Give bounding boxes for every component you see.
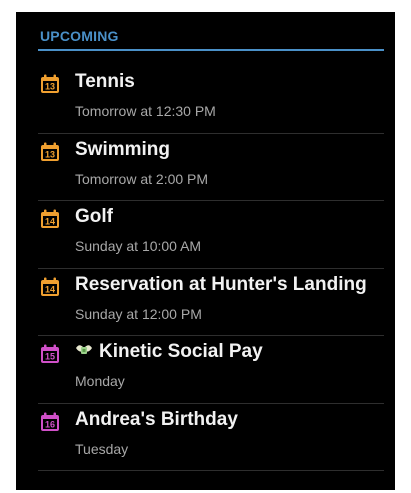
event-time: Sunday at 12:00 PM	[75, 305, 202, 322]
event-title: Andrea's Birthday	[75, 408, 238, 430]
calendar-day: 14	[45, 284, 55, 294]
section-header: UPCOMING	[38, 26, 384, 51]
calendar-day: 16	[45, 419, 55, 429]
event-time: Tomorrow at 2:00 PM	[75, 170, 209, 187]
calendar-icon: 16	[40, 412, 60, 432]
event-title: Reservation at Hunter's Landing	[75, 273, 367, 295]
event-item[interactable]: 14 Reservation at Hunter's Landing Sunda…	[38, 269, 384, 336]
calendar-day: 15	[45, 352, 55, 362]
event-title: Golf	[75, 206, 113, 227]
calendar-icon: 13	[40, 142, 60, 162]
event-item[interactable]: 14 Golf Sunday at 10:00 AM	[38, 201, 384, 269]
event-item[interactable]: 13 Tennis Tomorrow at 12:30 PM	[38, 66, 384, 134]
event-title: Swimming	[75, 138, 171, 160]
calendar-day: 13	[45, 149, 55, 159]
calendar-icon: 13	[40, 74, 60, 94]
event-item[interactable]: 13 Swimming Tomorrow at 2:00 PM	[38, 134, 384, 201]
calendar-day: 13	[45, 82, 55, 92]
event-time: Tomorrow at 12:30 PM	[75, 103, 216, 119]
calendar-icon: 14	[40, 209, 60, 229]
event-list: 13 Tennis Tomorrow at 12:30 PM 13 Swimmi…	[38, 66, 384, 471]
upcoming-events-widget: UPCOMING 13 Tennis Tomorrow at 12:30 PM	[16, 12, 395, 490]
calendar-icon: 14	[40, 277, 60, 297]
money-wings-icon	[76, 345, 92, 354]
event-time: Monday	[75, 373, 125, 389]
event-item[interactable]: 16 Andrea's Birthday Tuesday	[38, 404, 384, 471]
event-time: Sunday at 10:00 AM	[75, 238, 202, 254]
calendar-day: 14	[45, 217, 55, 227]
event-title-row: Kinetic Social Pay	[75, 341, 263, 363]
event-title: Tennis	[75, 71, 135, 92]
event-title: Kinetic Social Pay	[99, 341, 263, 362]
event-time: Tuesday	[75, 440, 129, 457]
section-header-label: UPCOMING	[40, 28, 119, 44]
event-item[interactable]: 15 Kinetic Social Pay Monday	[38, 336, 384, 404]
calendar-icon: 15	[40, 344, 60, 364]
